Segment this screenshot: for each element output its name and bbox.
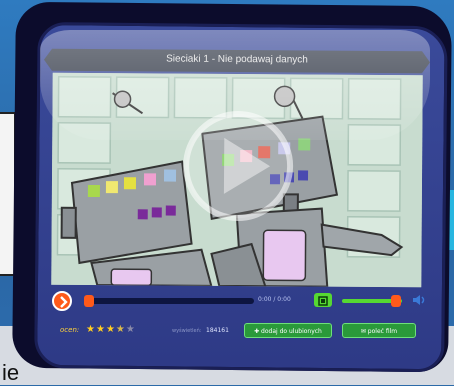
rating-label: ocen: (60, 326, 80, 334)
volume-handle[interactable] (391, 295, 401, 307)
fullscreen-icon (318, 296, 328, 306)
volume-slider[interactable] (342, 295, 402, 307)
bottom-partial-text: ie (2, 360, 20, 385)
video-title-bar: Sieciaki 1 - Nie podawaj danych (51, 48, 423, 74)
play-button[interactable] (52, 291, 72, 311)
video-frame-illustration (51, 72, 423, 288)
video-info-bar: ocen: ★★★★★ wyświetleń: 184161 ✚ dodaj d… (52, 322, 424, 340)
seek-bar[interactable] (84, 295, 254, 307)
star-icon[interactable]: ★ (126, 324, 136, 335)
add-to-favorites-button[interactable]: ✚ dodaj do ulubionych (244, 323, 332, 338)
fullscreen-button[interactable] (314, 293, 332, 307)
video-area[interactable] (51, 72, 423, 288)
rating-stars[interactable]: ★★★★★ (86, 324, 136, 335)
recommend-button[interactable]: ✉ poleć film (342, 323, 416, 338)
star-icon[interactable]: ★ (86, 324, 96, 335)
star-icon[interactable]: ★ (96, 324, 106, 335)
player-controls: 0:00 / 0:00 (52, 290, 426, 312)
time-display: 0:00 / 0:00 (258, 296, 291, 303)
speaker-icon[interactable] (412, 293, 426, 307)
star-icon[interactable]: ★ (106, 324, 116, 335)
star-icon[interactable]: ★ (116, 324, 126, 335)
play-icon (60, 296, 68, 308)
views-label: wyświetleń: (172, 328, 202, 334)
video-title: Sieciaki 1 - Nie podawaj danych (166, 53, 308, 66)
views-count: 184161 (206, 327, 229, 334)
seek-handle[interactable] (84, 295, 94, 307)
